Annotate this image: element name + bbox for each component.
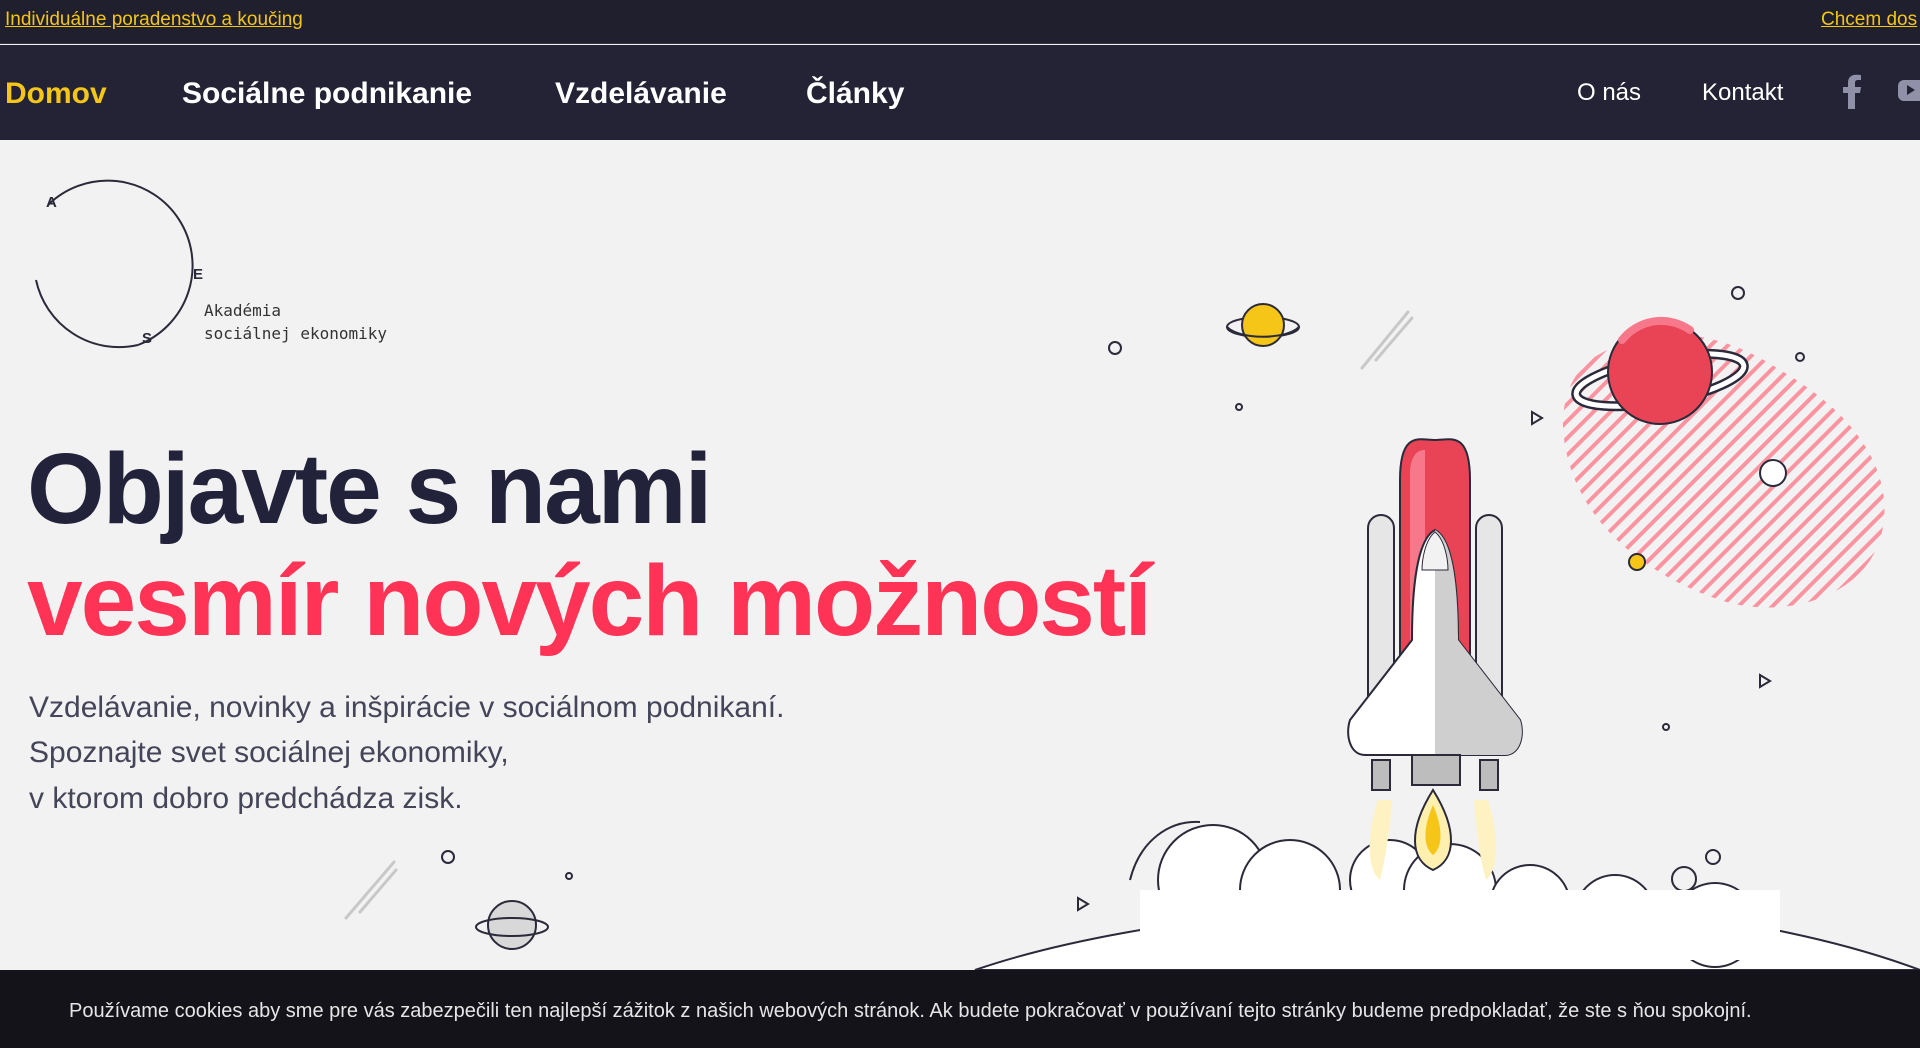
svg-text:S: S bbox=[142, 330, 152, 347]
hero-title-line-2: vesmír nových možností bbox=[27, 545, 1152, 657]
hero-title-line-1: Objavte s nami bbox=[27, 433, 712, 545]
ground-icon bbox=[974, 901, 1920, 970]
nav-item-contact[interactable]: Kontakt bbox=[1702, 79, 1783, 107]
hero-subtitle-line-1: Vzdelávanie, novinky a inšpirácie v soci… bbox=[29, 691, 785, 724]
gray-planet-icon bbox=[475, 900, 549, 950]
top-right-link[interactable]: Chcem dos bbox=[1821, 9, 1917, 31]
nav-item-articles[interactable]: Články bbox=[806, 77, 904, 111]
cookie-text: Používame cookies aby sme pre vás zabezp… bbox=[69, 1000, 1752, 1022]
coaching-link[interactable]: Individuálne poradenstvo a koučing bbox=[5, 9, 303, 31]
red-planet-icon bbox=[1571, 316, 1749, 425]
cookie-bar: Používame cookies aby sme pre vás zabezp… bbox=[0, 970, 1920, 1048]
svg-text:E: E bbox=[193, 266, 203, 283]
logo-line-2: sociálnej ekonomiky bbox=[204, 324, 388, 343]
logo-line-1: Akadémia bbox=[204, 301, 282, 320]
logo-circle-icon: A E S bbox=[35, 179, 203, 349]
nav-item-home[interactable]: Domov bbox=[5, 77, 107, 111]
yellow-dot-icon bbox=[1628, 553, 1646, 571]
smoke-clouds-icon bbox=[1129, 820, 1780, 968]
nav-item-about[interactable]: O nás bbox=[1577, 79, 1641, 107]
nav-item-education[interactable]: Vzdelávanie bbox=[555, 77, 727, 111]
svg-text:A: A bbox=[46, 194, 57, 211]
triangle-icons bbox=[1077, 410, 1772, 912]
yellow-planet-icon bbox=[1226, 303, 1300, 347]
rocket-icon bbox=[1347, 438, 1523, 880]
facebook-icon[interactable] bbox=[1842, 73, 1862, 114]
nav-item-social-business[interactable]: Sociálne podnikanie bbox=[182, 77, 472, 111]
main-nav: Domov Sociálne podnikanie Vzdelávanie Čl… bbox=[0, 45, 1920, 140]
youtube-icon[interactable] bbox=[1898, 73, 1920, 112]
hatched-blob-icon bbox=[1563, 334, 1885, 608]
logo[interactable]: A E S Akadémia sociálnej ekonomiky bbox=[28, 175, 387, 355]
hero-subtitle-line-3: v ktorom dobro predchádza zisk. bbox=[29, 782, 463, 815]
hero-subtitle-line-2: Spoznajte svet sociálnej ekonomiky, bbox=[29, 736, 509, 769]
top-bar: Individuálne poradenstvo a koučing Chcem… bbox=[0, 0, 1920, 44]
